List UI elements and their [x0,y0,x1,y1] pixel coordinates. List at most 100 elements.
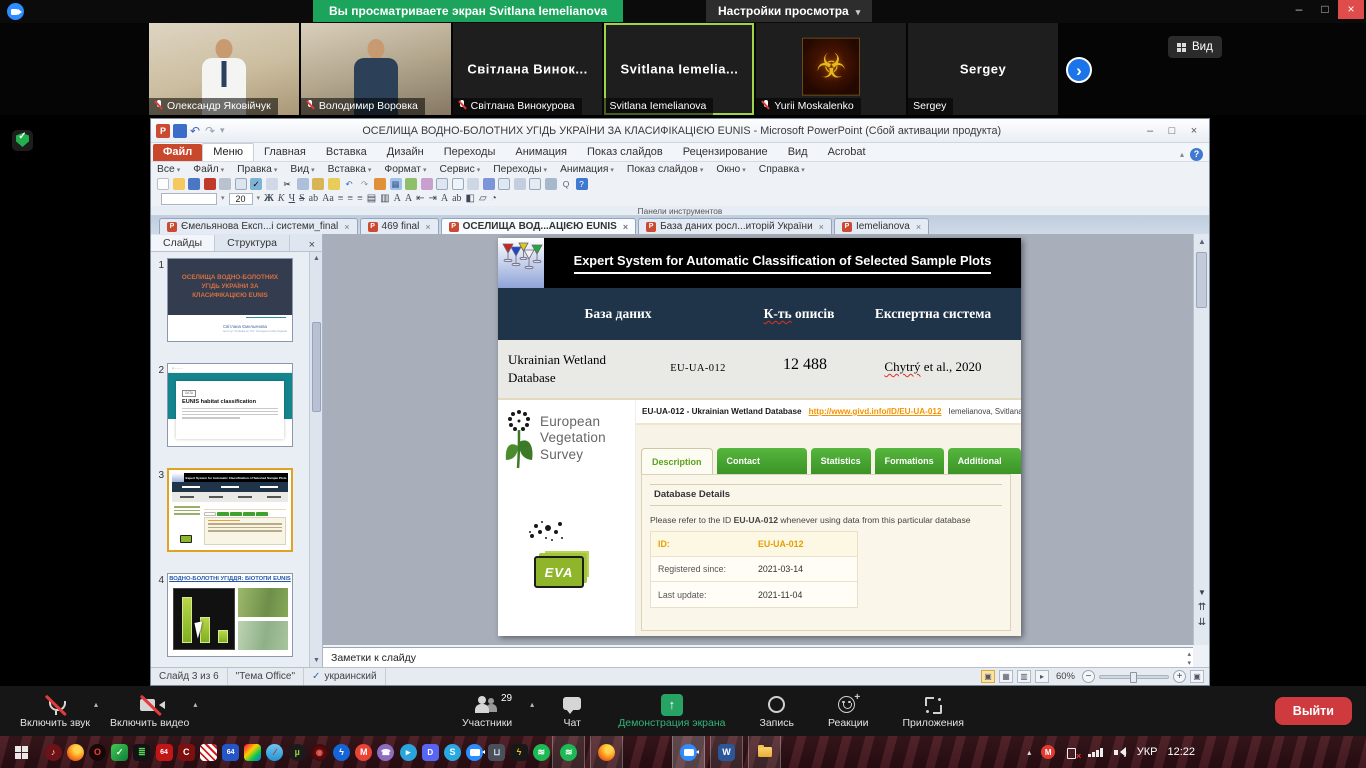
open-folder-icon[interactable] [173,178,185,190]
research-icon[interactable] [266,178,278,190]
thumbnail-preview[interactable]: ВОДНО-БОЛОТНІ УГІДДЯ: БІОТОПИ EUNIS [167,573,293,657]
panel-scrollbar[interactable]: ▲ ▼ [309,252,322,667]
start-video-button[interactable]: Включить видео [100,686,199,736]
format-button-17[interactable]: ab [452,192,461,205]
redo-icon[interactable]: ↷ [359,178,371,190]
dark-red-app-icon[interactable]: ◉ [311,744,328,761]
gmail-tray-icon[interactable]: M [1041,745,1055,759]
undo-icon[interactable]: ↶ [190,124,202,138]
date-time-icon[interactable] [498,178,510,190]
help-icon[interactable]: ? [576,178,588,190]
current-slide[interactable]: Expert System for Automatic Classificati… [498,238,1021,636]
thumbnail-preview[interactable]: Expert System for Automatic Classificati… [167,468,293,552]
format-button-5[interactable]: ab [309,192,318,205]
flash-app-icon[interactable]: ϟ [333,744,350,761]
slide-thumbnail-1[interactable]: 1ОСЕЛИЩА ВОДНО-БОЛОТНИХ УГІДЬ УКРАЇНИ ЗА… [153,258,309,342]
participants-button[interactable]: 29Участники [452,686,522,736]
cut-icon[interactable]: ✂ [281,178,293,190]
word-window-button[interactable]: W [710,736,743,768]
panel-tab-структура[interactable]: Структура [215,235,290,251]
format-button-1[interactable]: Ж [264,192,274,205]
panel-tab-слайды[interactable]: Слайды [151,235,215,251]
ribbon-tab-вставка[interactable]: Вставка [316,144,377,161]
scrollbar-thumb[interactable] [1196,252,1207,308]
close-tab-icon[interactable]: × [344,222,349,232]
slideshow-button[interactable]: ▸ [1035,670,1049,683]
format-button-18[interactable]: ◧ [466,192,475,205]
menu-вставка[interactable]: Вставка▾ [328,164,372,175]
spotify-window-button[interactable]: ≋ [552,736,585,768]
menu-переходы[interactable]: Переходы▾ [493,164,547,175]
spotify-icon[interactable]: ≋ [533,744,550,761]
format-button-16[interactable]: A [441,192,448,205]
zoom-slider[interactable] [1099,675,1169,679]
print-icon[interactable] [219,178,231,190]
table-icon[interactable]: ▦ [390,178,402,190]
reading-view-button[interactable]: ▥ [1017,670,1031,683]
document-tab-1[interactable]: PЄмельянова Експ...і системи_final× [159,218,358,234]
menu-справка[interactable]: Справка▾ [759,164,805,175]
document-tab-2[interactable]: P469 final× [360,218,439,234]
telegram-icon[interactable]: ▸ [400,744,417,761]
view-layout-button[interactable]: Вид [1168,36,1222,58]
powerpoint-window[interactable]: P ↶ ↷ ▾ ОСЕЛИЩА ВОДНО-БОЛОТНИХ УГІДЬ УКР… [150,118,1210,686]
scrollbar-thumb[interactable] [312,322,321,412]
network-signal-icon[interactable] [1088,748,1103,757]
floppy-64-icon[interactable]: 64 [222,744,239,761]
utorrent-icon[interactable]: µ [289,744,306,761]
zoom-tool-icon[interactable]: Q [560,178,572,190]
save-icon[interactable] [188,178,200,190]
explorer-window-button[interactable] [748,736,781,768]
paste-icon[interactable] [312,178,324,190]
scroll-up-icon[interactable]: ▲ [310,252,323,265]
tray-expand-icon[interactable]: ▴ [1027,748,1031,757]
zoom-in-button[interactable]: + [1173,670,1186,683]
format-button-19[interactable]: ▱ [479,192,487,205]
format-painter-icon[interactable] [328,178,340,190]
menu-вид[interactable]: Вид▾ [290,164,314,175]
participant-tile-1[interactable]: Олександр Яковійчук [149,23,299,115]
viber-icon[interactable]: ☎ [377,744,394,761]
canvas-scrollbar[interactable]: ▲ ⇈ ⇊ ▼ [1193,234,1209,645]
format-button-4[interactable]: S [299,192,305,205]
undo-icon[interactable]: ↶ [343,178,355,190]
close-tab-icon[interactable]: × [819,222,824,232]
start-button[interactable] [0,736,42,768]
clock[interactable]: 12:22 [1167,746,1195,758]
save-icon[interactable] [173,124,187,138]
wordart-icon[interactable] [483,178,495,190]
zoom-slider-thumb[interactable] [1130,672,1137,683]
slide-canvas[interactable]: Expert System for Automatic Classificati… [323,234,1193,645]
object-icon[interactable] [545,178,557,190]
app-64-icon[interactable]: 64 [156,744,173,761]
spotify-window-button[interactable]: ≋ [560,744,577,761]
previous-slide-button[interactable]: ⇈ [1194,600,1210,615]
lightning-app-icon[interactable]: ϟ [511,744,528,761]
menu-окно[interactable]: Окно▾ [716,164,745,175]
collapse-ribbon-icon[interactable]: ▴ [1180,150,1184,159]
format-button-2[interactable]: K [278,192,285,205]
format-button-20[interactable]: ◔ [491,192,497,205]
ccleaner-icon[interactable]: ∕ [266,744,283,761]
slide-thumbnail-3[interactable]: 3Expert System for Automatic Classificat… [153,468,309,552]
menu-анимация[interactable]: Анимация▾ [560,164,614,175]
slide-thumbnail-2[interactable]: 2● ─ ─ ─DATAEUNIS habitat classification [153,363,309,447]
format-button-8[interactable]: ≡ [347,192,353,205]
firefox-window-button[interactable] [590,736,623,768]
format-button-12[interactable]: A [394,192,401,205]
minimize-button[interactable]: – [1286,0,1312,19]
word-window-button[interactable]: W [718,744,735,761]
participant-tile-4[interactable]: Svitlana Iemelia...Svitlana Iemelianova [604,23,754,115]
record-button[interactable]: Запись [749,686,803,736]
zoom-pinned-icon[interactable] [466,744,483,761]
menu-файл[interactable]: Файл▾ [193,164,224,175]
scroll-down-icon[interactable]: ▼ [310,654,323,667]
participant-tile-3[interactable]: Світлана Винок...Світлана Винокурова [453,23,603,115]
ribbon-tab-меню[interactable]: Меню [202,143,254,161]
gmail-icon[interactable]: M [355,744,372,761]
recycle-bin-icon[interactable]: ⊔ [488,744,505,761]
zoom-out-button[interactable]: − [1082,670,1095,683]
help-icon[interactable]: ? [1190,148,1203,161]
pdf-export-icon[interactable] [204,178,216,190]
volume-icon[interactable]: ) [1113,746,1127,759]
